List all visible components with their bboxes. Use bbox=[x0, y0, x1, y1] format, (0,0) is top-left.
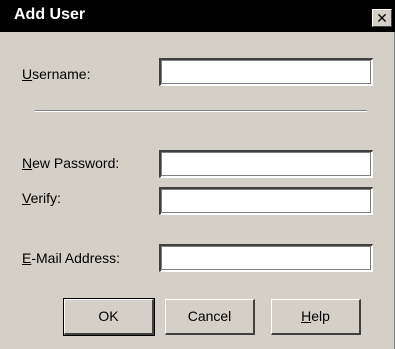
window-title: Add User bbox=[14, 6, 86, 23]
add-user-dialog: Add User ✕ Username: New Password: Verif… bbox=[0, 0, 395, 349]
close-icon: ✕ bbox=[376, 10, 388, 26]
help-label-text: elp bbox=[311, 308, 330, 324]
help-button[interactable]: Help bbox=[271, 299, 361, 335]
email-label: E-Mail Address: bbox=[22, 250, 120, 266]
email-mnemonic: E bbox=[22, 250, 32, 266]
username-input[interactable] bbox=[161, 60, 372, 85]
verify-label: Verify: bbox=[22, 190, 61, 206]
new-password-mnemonic: N bbox=[22, 155, 33, 171]
title-bar[interactable]: Add User ✕ bbox=[0, 0, 395, 32]
close-button[interactable]: ✕ bbox=[372, 9, 392, 27]
email-field[interactable] bbox=[159, 244, 373, 272]
ok-button[interactable]: OK bbox=[63, 298, 155, 336]
username-field[interactable] bbox=[159, 58, 373, 86]
email-input[interactable] bbox=[161, 246, 372, 271]
email-label-text: -Mail Address: bbox=[31, 250, 121, 266]
help-mnemonic: H bbox=[301, 308, 312, 324]
username-label: Username: bbox=[22, 66, 90, 82]
cancel-button[interactable]: Cancel bbox=[165, 299, 255, 335]
verify-input[interactable] bbox=[161, 189, 372, 214]
new-password-field[interactable] bbox=[159, 150, 373, 178]
verify-label-text: erify: bbox=[30, 190, 61, 206]
verify-field[interactable] bbox=[159, 187, 373, 215]
verify-mnemonic: V bbox=[22, 190, 31, 206]
new-password-label: New Password: bbox=[22, 155, 119, 171]
username-mnemonic: U bbox=[22, 66, 33, 82]
new-password-label-text: ew Password: bbox=[32, 155, 120, 171]
separator bbox=[35, 110, 367, 112]
new-password-input[interactable] bbox=[161, 152, 372, 177]
username-label-text: sername: bbox=[32, 66, 91, 82]
